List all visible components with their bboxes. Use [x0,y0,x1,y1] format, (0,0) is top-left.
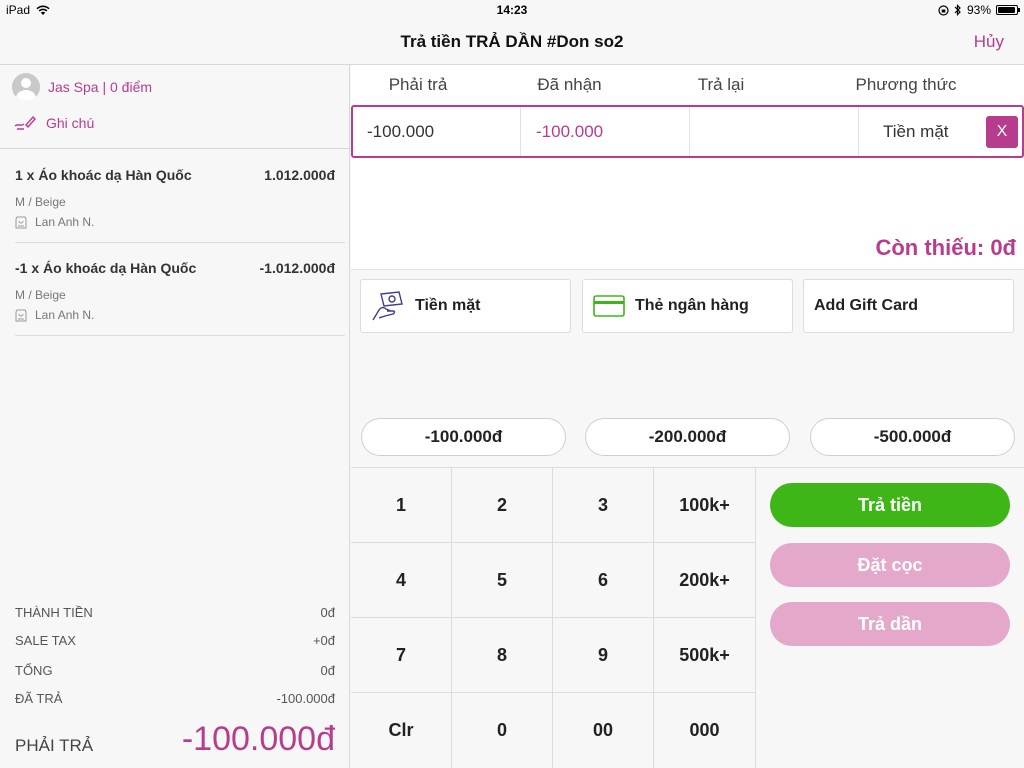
staff-icon [15,216,27,228]
tax-value: +0đ [312,633,335,648]
method-cell[interactable]: Tiền mặt [859,107,984,156]
status-bar: iPad 14:23 93% [0,0,1024,20]
add-gift-card-label: Add Gift Card [814,297,918,314]
item-price: 1.012.000đ [264,167,335,183]
payment-panel: Phải trả Đã nhận Trả lại Phương thức -10… [351,65,1024,768]
header-method: Phương thức [855,75,957,94]
key-7[interactable]: 7 [351,618,452,693]
key-00[interactable]: 00 [553,693,654,768]
subtotal-label: THÀNH TIỀN [15,605,93,620]
staff-name: Lan Anh N. [35,215,95,229]
battery-icon [996,5,1020,15]
deposit-button[interactable]: Đặt cọc [770,543,1010,587]
payment-table-header: Phải trả Đã nhận Trả lại Phương thức [351,65,1024,105]
key-000[interactable]: 000 [654,693,756,768]
amount-due-value: -100.000đ [181,720,335,758]
bank-card-icon [593,295,625,317]
method-cash-button[interactable]: Tiền mặt [360,279,571,333]
battery-percent: 93% [966,3,991,17]
quick-amount-button[interactable]: -200.000đ [585,418,790,456]
staff-icon [15,309,27,321]
header-must-pay: Phải trả [388,75,448,94]
amount-due-label: PHẢI TRẢ [15,736,94,755]
key-8[interactable]: 8 [452,618,553,693]
item-variant: M / Beige [15,288,66,302]
item-variant: M / Beige [15,195,66,209]
key-100k[interactable]: 100k+ [654,468,756,543]
method-cash-label: Tiền mặt [415,297,481,314]
divider [0,148,349,149]
action-buttons: Trả tiền Đặt cọc Trả dần [756,467,1024,768]
add-gift-card-button[interactable]: Add Gift Card [803,279,1014,333]
change-cell[interactable] [690,107,859,156]
must-pay-cell[interactable]: -100.000 [353,107,521,156]
header-received: Đã nhận [537,75,602,94]
key-clear[interactable]: Clr [351,693,452,768]
installment-button[interactable]: Trả dần [770,602,1010,646]
key-6[interactable]: 6 [553,543,654,618]
remaining-amount: Còn thiếu: 0đ [875,235,1016,260]
numeric-keypad: 1 2 3 100k+ 4 5 6 200k+ 7 8 9 500k+ Clr … [351,467,756,768]
total-label: TỔNG [15,663,53,678]
page-title: Trả tiền TRẢ DẦN #Don so2 [400,32,624,51]
customer-selector[interactable]: Jas Spa | 0 điểm [12,73,152,101]
avatar [12,73,40,101]
cash-icon [372,291,403,321]
line-item[interactable]: 1 x Áo khoác dạ Hàn Quốc 1.012.000đ M / … [15,167,335,229]
key-200k[interactable]: 200k+ [654,543,756,618]
orientation-lock-icon [938,4,949,16]
divider [15,335,345,336]
header-change: Trả lại [697,75,745,94]
bluetooth-icon [954,4,961,16]
method-bank-card-button[interactable]: Thẻ ngân hàng [582,279,793,333]
key-2[interactable]: 2 [452,468,553,543]
note-button[interactable]: Ghi chú [14,115,94,131]
staff-name: Lan Anh N. [35,308,95,322]
key-0[interactable]: 0 [452,693,553,768]
pen-hand-icon [14,115,36,130]
total-value: 0đ [320,663,335,678]
key-3[interactable]: 3 [553,468,654,543]
paid-value: -100.000đ [276,691,335,706]
note-label: Ghi chú [46,115,95,131]
received-cell[interactable]: -100.000 [521,107,690,156]
nav-bar: Trả tiền TRẢ DẦN #Don so2 Hủy [0,20,1024,65]
order-summary-panel: Jas Spa | 0 điểm Ghi chú 1 x Áo khoác dạ… [0,65,350,768]
quick-amount-button[interactable]: -500.000đ [810,418,1015,456]
paid-label: ĐÃ TRẢ [15,691,63,706]
key-1[interactable]: 1 [351,468,452,543]
key-9[interactable]: 9 [553,618,654,693]
key-4[interactable]: 4 [351,543,452,618]
item-price: -1.012.000đ [259,260,336,276]
key-5[interactable]: 5 [452,543,553,618]
item-staff: Lan Anh N. [15,308,335,322]
remove-payment-button[interactable]: X [986,116,1018,148]
cancel-button[interactable]: Hủy [974,32,1004,52]
pay-button[interactable]: Trả tiền [770,483,1010,527]
line-item[interactable]: -1 x Áo khoác dạ Hàn Quốc -1.012.000đ M … [15,260,335,322]
item-staff: Lan Anh N. [15,215,335,229]
payment-row[interactable]: -100.000 -100.000 Tiền mặt X [351,105,1024,158]
status-time: 14:23 [496,3,528,17]
customer-name: Jas Spa | 0 điểm [48,79,153,95]
key-500k[interactable]: 500k+ [654,618,756,693]
subtotal-value: 0đ [320,605,335,620]
quick-amount-button[interactable]: -100.000đ [361,418,566,456]
method-bank-card-label: Thẻ ngân hàng [635,297,749,314]
divider [15,242,345,243]
tax-label: SALE TAX [15,633,76,648]
amount-due-row: PHẢI TRẢ -100.000đ [15,720,335,760]
